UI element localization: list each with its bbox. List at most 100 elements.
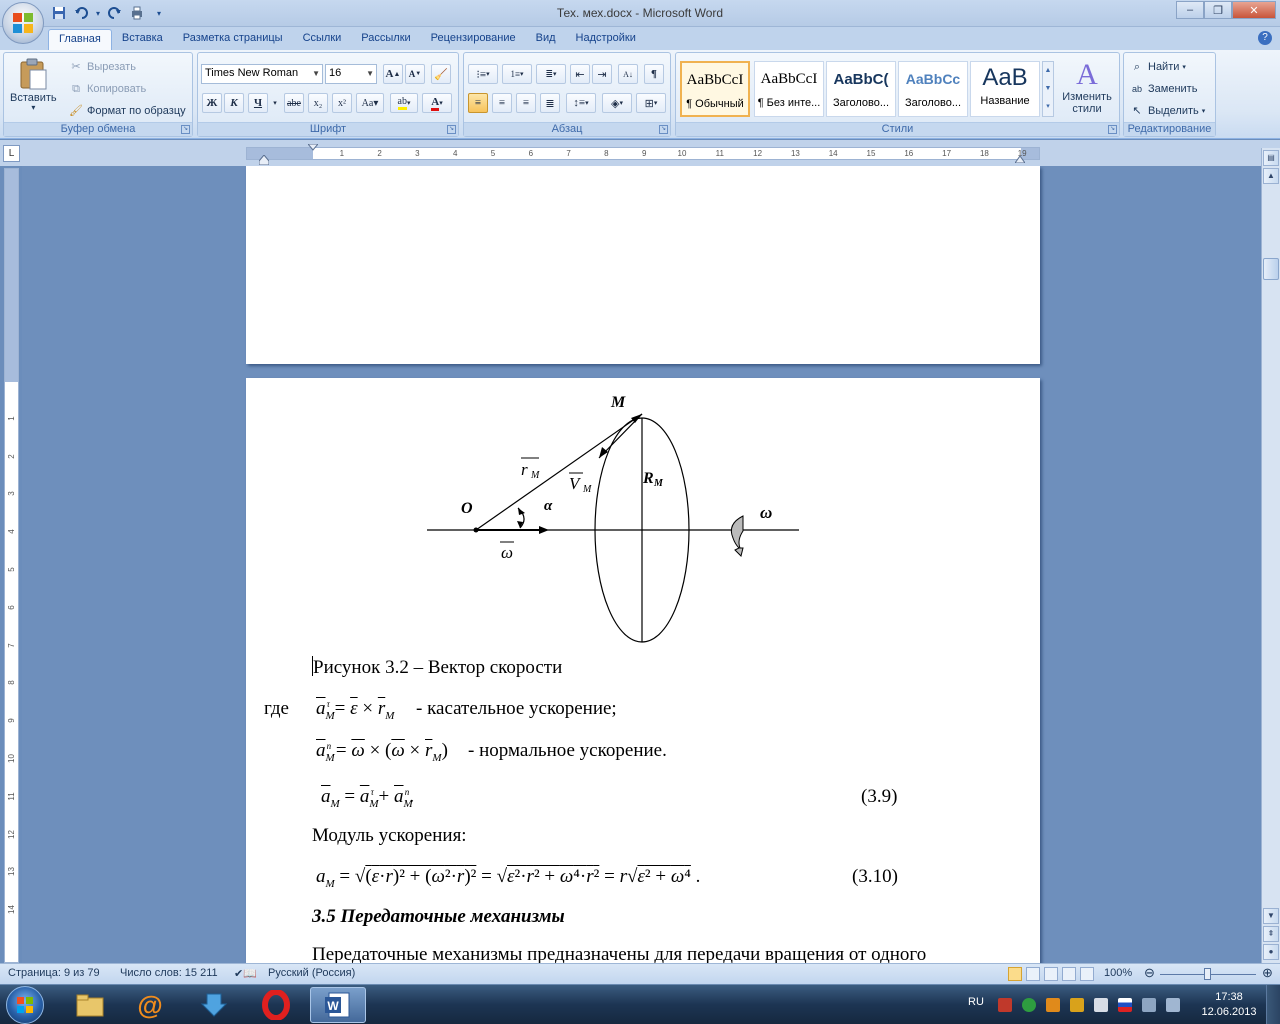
network-icon[interactable]	[1166, 998, 1180, 1012]
maximize-button[interactable]: ❐	[1204, 1, 1232, 19]
volume-icon[interactable]	[1094, 998, 1108, 1012]
style-title[interactable]: AaB Название	[970, 61, 1040, 117]
font-name-combo[interactable]: Times New Roman ▼	[201, 64, 323, 84]
shading-icon[interactable]: ◈ ▾	[602, 93, 632, 113]
dialog-launcher-icon[interactable]: ↘	[181, 125, 190, 134]
chevron-down-icon[interactable]: ▾	[270, 93, 280, 113]
explorer-icon[interactable]	[62, 987, 118, 1023]
paste-button[interactable]: Вставить ▾	[10, 58, 57, 112]
line-spacing-icon[interactable]: ↕≡ ▾	[566, 93, 596, 113]
scrollbar-thumb[interactable]	[1263, 258, 1279, 280]
decrease-indent-icon[interactable]: ⇤	[570, 64, 590, 84]
tab-insert[interactable]: Вставка	[112, 29, 173, 50]
style-normal[interactable]: AaBbCcI ¶ Обычный	[680, 61, 750, 117]
draft-view-icon[interactable]	[1080, 967, 1094, 981]
font-size-combo[interactable]: 16 ▼	[325, 64, 377, 84]
full-screen-reading-icon[interactable]	[1026, 967, 1040, 981]
antivirus-icon[interactable]	[998, 998, 1012, 1012]
spelling-check-icon[interactable]: ✔📖	[234, 967, 257, 980]
tab-home[interactable]: Главная	[48, 29, 112, 50]
scroll-up-icon[interactable]: ▲	[1263, 168, 1279, 184]
mail-agent-icon[interactable]: @	[122, 987, 178, 1023]
zoom-slider-thumb[interactable]	[1204, 968, 1211, 980]
zoom-out-icon[interactable]: ⊖	[1144, 965, 1155, 981]
battery-icon[interactable]	[1142, 998, 1156, 1012]
scroll-down-icon[interactable]: ▼	[1263, 908, 1279, 924]
horizontal-ruler[interactable]: 1 2 3 4 5 6 7 8 9 10 11 12 13 14 15 16 17 18 19	[246, 147, 1040, 160]
zoom-level[interactable]: 100%	[1104, 967, 1132, 979]
style-no-spacing[interactable]: AaBbCcI ¶ Без инте...	[754, 61, 824, 117]
strikethrough-button[interactable]: abe	[284, 93, 304, 113]
web-layout-icon[interactable]	[1044, 967, 1058, 981]
minimize-button[interactable]: –	[1176, 1, 1204, 19]
browse-object-icon[interactable]: ●	[1263, 944, 1279, 960]
torrent-icon[interactable]	[1022, 998, 1036, 1012]
input-language[interactable]: RU	[968, 996, 984, 1008]
highlight-button[interactable]: ab ▾	[390, 93, 418, 113]
style-heading-1[interactable]: AaBbC( Заголово...	[826, 61, 896, 117]
ruler-toggle-icon[interactable]: ▤	[1263, 150, 1279, 166]
opera-icon[interactable]	[248, 987, 304, 1023]
right-indent-marker[interactable]	[1015, 155, 1025, 163]
sort-icon[interactable]: A↓	[618, 64, 638, 84]
hanging-indent-marker[interactable]	[259, 155, 269, 165]
system-clock[interactable]: 17:38 12.06.2013	[1196, 990, 1262, 1020]
bold-button[interactable]: Ж	[202, 93, 222, 113]
tab-page-layout[interactable]: Разметка страницы	[173, 29, 293, 50]
figure-caption[interactable]: Рисунок 3.2 – Вектор скорости	[312, 656, 562, 679]
tab-review[interactable]: Рецензирование	[421, 29, 526, 50]
keyboard-layout-icon[interactable]	[1118, 998, 1132, 1012]
superscript-button[interactable]: x²	[332, 93, 352, 113]
align-center-icon[interactable]: ≡	[492, 93, 512, 113]
style-heading-2[interactable]: AaBbCc Заголово...	[898, 61, 968, 117]
tab-addins[interactable]: Надстройки	[566, 29, 646, 50]
borders-icon[interactable]: ⊞ ▾	[636, 93, 666, 113]
start-button[interactable]	[6, 986, 44, 1024]
underline-button[interactable]: Ч	[248, 93, 268, 113]
grow-font-button[interactable]: A ▲	[383, 64, 403, 84]
network-warning-icon[interactable]	[1046, 998, 1060, 1012]
word-count[interactable]: Число слов: 15 211	[120, 967, 218, 979]
flag-icon[interactable]	[1070, 998, 1084, 1012]
shrink-font-button[interactable]: A ▼	[405, 64, 425, 84]
clear-format-icon[interactable]: 🧹	[431, 64, 451, 84]
close-button[interactable]: ✕	[1232, 1, 1276, 19]
change-styles-button[interactable]: A Изменить стили	[1058, 59, 1116, 116]
replace-button[interactable]: ab Заменить	[1129, 81, 1197, 97]
format-painter-button[interactable]: 🖌 Формат по образцу	[68, 103, 186, 119]
copy-button[interactable]: ⧉ Копировать	[68, 81, 146, 97]
page[interactable]	[246, 166, 1040, 364]
subscript-button[interactable]: x₂	[308, 93, 328, 113]
first-line-indent-marker[interactable]	[308, 144, 318, 152]
dialog-launcher-icon[interactable]: ↘	[659, 125, 668, 134]
print-layout-view-icon[interactable]	[1008, 967, 1022, 981]
multilevel-list-icon[interactable]: ≣ ▾	[536, 64, 566, 84]
tab-view[interactable]: Вид	[526, 29, 566, 50]
align-left-icon[interactable]: ≡	[468, 93, 488, 113]
page-indicator[interactable]: Страница: 9 из 79	[8, 967, 100, 979]
vertical-scrollbar[interactable]: ▤ ▲ ▼ ⇞ ●	[1261, 148, 1280, 963]
document-area[interactable]: M O r M V M R M α ω ω Рисунок 3.2 – Вект…	[22, 166, 1260, 963]
tab-references[interactable]: Ссылки	[293, 29, 352, 50]
page[interactable]: M O r M V M R M α ω ω Рисунок 3.2 – Вект…	[246, 378, 1040, 963]
bullets-icon[interactable]: ⁝≡ ▾	[468, 64, 498, 84]
word-icon[interactable]: W	[310, 987, 366, 1023]
previous-page-icon[interactable]: ⇞	[1263, 926, 1279, 942]
dialog-launcher-icon[interactable]: ↘	[1108, 125, 1117, 134]
pilcrow-icon[interactable]: ¶	[644, 64, 664, 84]
justify-icon[interactable]: ≣	[540, 93, 560, 113]
downloader-icon[interactable]	[186, 987, 242, 1023]
vertical-ruler[interactable]: 1 2 3 4 5 6 7 8 9 10 11 12 13 14	[4, 168, 19, 963]
help-icon[interactable]: ?	[1258, 31, 1272, 45]
font-color-button[interactable]: A ▾	[422, 93, 452, 113]
language-indicator[interactable]: Русский (Россия)	[268, 967, 355, 979]
styles-gallery-scroll[interactable]: ▲ ▼ ▾	[1042, 61, 1054, 117]
change-case-button[interactable]: Aa▾	[356, 93, 384, 113]
cut-button[interactable]: ✂ Вырезать	[68, 59, 136, 75]
numbering-icon[interactable]: 1≡ ▾	[502, 64, 532, 84]
dialog-launcher-icon[interactable]: ↘	[447, 125, 456, 134]
zoom-in-icon[interactable]: ⊕	[1262, 965, 1273, 981]
show-desktop-button[interactable]	[1266, 985, 1280, 1024]
office-button[interactable]	[2, 2, 44, 44]
find-button[interactable]: ⌕ Найти ▾	[1129, 59, 1186, 75]
